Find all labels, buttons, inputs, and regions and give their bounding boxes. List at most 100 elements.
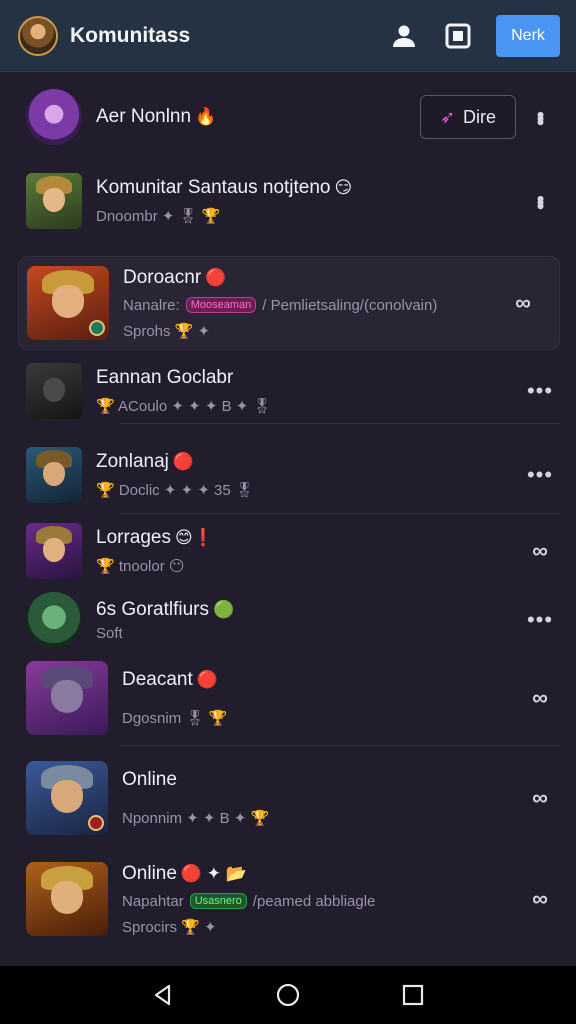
list-item-highlighted[interactable]: Doroacnr 🔴 Nanalre: Mooseaman / Pemlietsali… (18, 256, 560, 350)
list-item-subtitle: Dgosnim 🎖 🏆 (122, 709, 522, 727)
page-title: Komunitass (70, 23, 191, 47)
name-text: Deacant (122, 669, 193, 690)
status-emoji: 🔴 ✦ 📂 (180, 863, 247, 883)
share-button[interactable]: ➶ Dire (420, 95, 516, 139)
name-text: Doroacnr (123, 266, 202, 288)
avatar (26, 447, 82, 503)
name-text: Lorrages (96, 527, 171, 548)
badge-icons: ✦ 🎖 🏆 (161, 208, 221, 225)
list-item[interactable]: Komunitar Santaus notjteno 😏 Dnoombr ✦ 🎖 … (0, 168, 576, 234)
list-item-info: Zonlanaj 🔴 🏆 Doclic ✦ ✦ ✦ 35 🎖 (96, 451, 522, 499)
list-item-name: Online 🔴 ✦ 📂 (122, 863, 522, 885)
list-item-subtitle: Soft (96, 625, 522, 642)
list-item-info: Aer Nonlnn 🔥 (96, 106, 420, 128)
list-item-name: Online (122, 769, 522, 791)
person-icon[interactable] (384, 16, 424, 56)
list-item-info: Lorrages 😊❗ 🏆 tnoolor 😶 (96, 527, 522, 575)
link-icon[interactable]: ∞ (522, 780, 558, 816)
list-item-name: Doroacnr 🔴 (123, 267, 505, 289)
list-item-name: Komunitar Santaus notjteno 😏 (96, 177, 522, 199)
subtitle-text: Soft (96, 624, 123, 642)
square-icon[interactable] (438, 16, 478, 56)
pin-icon: ➶ (439, 106, 456, 127)
link-icon[interactable]: ∞ (522, 680, 558, 716)
name-text: Aer Nonlnn (96, 106, 192, 127)
subtitle-text: 🏆 ACoulo ✦ ✦ ✦ B ✦ 🎖 (96, 398, 272, 415)
avatar (26, 173, 82, 229)
list-item-subtitle-2: Sprocirs 🏆 ✦ (122, 918, 217, 936)
list-item-name: Eannan Goclabr (96, 367, 522, 389)
status-emoji: 🔴 (205, 267, 227, 287)
more-horizontal-icon[interactable]: ••• (522, 373, 558, 409)
list-item-subtitle: 🏆 Doclic ✦ ✦ ✦ 35 🎖 (96, 481, 522, 499)
more-horizontal-icon[interactable]: ••• (522, 457, 558, 493)
back-icon[interactable] (143, 975, 183, 1015)
subtitle-prefix: Nanalre: (123, 296, 180, 314)
name-text: 6s Goratlfiurs (96, 598, 209, 620)
list-item-info: Doroacnr 🔴 Nanalre: Mooseaman / Pemlietsali… (123, 267, 505, 340)
subtitle-text: 🏆 tnoolor 😶 (96, 558, 185, 575)
link-icon[interactable]: ∞ (522, 881, 558, 917)
list-item-name: Lorrages 😊❗ (96, 527, 522, 549)
list-item-subtitle: 🏆 ACoulo ✦ ✦ ✦ B ✦ 🎖 (96, 397, 522, 415)
list-item[interactable]: Eannan Goclabr 🏆 ACoulo ✦ ✦ ✦ B ✦ 🎖 ••• (0, 358, 576, 424)
list-item-info: Deacant 🔴 Dgosnim 🎖 🏆 (122, 669, 522, 727)
status-emoji: 🟢 (212, 599, 235, 619)
list-item-info: Eannan Goclabr 🏆 ACoulo ✦ ✦ ✦ B ✦ 🎖 (96, 367, 522, 415)
more-vertical-icon[interactable]: ••• (522, 99, 558, 135)
subtitle-text: Dgosnim 🎖 🏆 (122, 710, 228, 727)
list-item[interactable]: Lorrages 😊❗ 🏆 tnoolor 😶 ∞ (0, 518, 576, 584)
community-avatar[interactable] (18, 15, 58, 56)
subtitle-text: Nponnim ✦ ✦ B ✦ 🏆 (122, 810, 270, 827)
list-item-subtitle: 🏆 tnoolor 😶 (96, 557, 522, 575)
avatar (26, 363, 82, 419)
name-text: Komunitar Santaus notjteno (96, 177, 331, 198)
list-item-name: 6s Goratlfiurs 🟢 (96, 599, 522, 621)
list-item-info: 6s Goratlfiurs 🟢 Soft (96, 599, 522, 642)
list-item[interactable]: Zonlanaj 🔴 🏆 Doclic ✦ ✦ ✦ 35 🎖 ••• (0, 436, 576, 514)
list-item[interactable]: Aer Nonlnn 🔥 ➶ Dire ••• (0, 84, 576, 150)
name-text: Zonlanaj (96, 451, 169, 472)
subtitle-suffix: /peamed abbliagle (252, 892, 376, 910)
role-tag: Mooseaman (185, 297, 257, 313)
list-item-subtitle: Nponnim ✦ ✦ B ✦ 🏆 (122, 809, 522, 827)
avatar (26, 862, 108, 936)
list-item[interactable]: Deacant 🔴 Dgosnim 🎖 🏆 ∞ (0, 658, 576, 746)
list-item-subtitle-2: Sprohs 🏆 ✦ (123, 322, 211, 340)
recents-icon[interactable] (393, 975, 433, 1015)
list-item[interactable]: 6s Goratlfiurs 🟢 Soft ••• (0, 590, 576, 650)
subtitle-text: 🏆 Doclic ✦ ✦ ✦ 35 🎖 (96, 482, 254, 499)
list-item-name: Zonlanaj 🔴 (96, 451, 522, 473)
list-item-subtitle: Nanalre: Mooseaman / Pemlietsaling/(conolv… (123, 297, 505, 314)
status-emoji: 😏 (334, 178, 353, 197)
system-nav-bar (0, 966, 576, 1024)
list-item-name: Aer Nonlnn 🔥 (96, 106, 420, 128)
header-action-button[interactable]: Nerk (496, 14, 560, 57)
name-text: Online (122, 862, 177, 884)
list-item-info: Online 🔴 ✦ 📂 Napahtar Usasnero/peamed abbl… (122, 863, 522, 936)
list-item-info: Online Nponnim ✦ ✦ B ✦ 🏆 (122, 769, 522, 827)
more-vertical-icon[interactable]: ••• (522, 183, 558, 219)
share-button-label: Dire (463, 106, 497, 127)
status-emoji: 🔴 (196, 670, 218, 689)
avatar (26, 592, 82, 648)
link-icon[interactable]: ∞ (505, 285, 541, 321)
name-text: Eannan Goclabr (96, 367, 234, 388)
avatar (26, 661, 108, 735)
top-app-bar: Komunitass Nerk (0, 0, 576, 72)
list-item[interactable]: Online Nponnim ✦ ✦ B ✦ 🏆 ∞ (0, 756, 576, 840)
name-text: Online (122, 769, 177, 790)
status-emoji: 🔴 (172, 452, 195, 471)
home-icon[interactable] (268, 975, 308, 1015)
link-icon[interactable]: ∞ (522, 533, 558, 569)
list-item[interactable]: Online 🔴 ✦ 📂 Napahtar Usasnero/peamed abbl… (0, 854, 576, 944)
subtitle-text: Dnoombr (96, 207, 158, 225)
avatar (27, 266, 109, 340)
list-item-subtitle: Napahtar Usasnero/peamed abbliagle (122, 893, 522, 910)
avatar (26, 89, 82, 145)
more-horizontal-icon[interactable]: ••• (522, 602, 558, 638)
avatar (26, 761, 108, 835)
list-item-name: Deacant 🔴 (122, 669, 522, 691)
subtitle-prefix: Napahtar (122, 892, 184, 910)
status-emoji: 😊❗ (175, 528, 214, 547)
